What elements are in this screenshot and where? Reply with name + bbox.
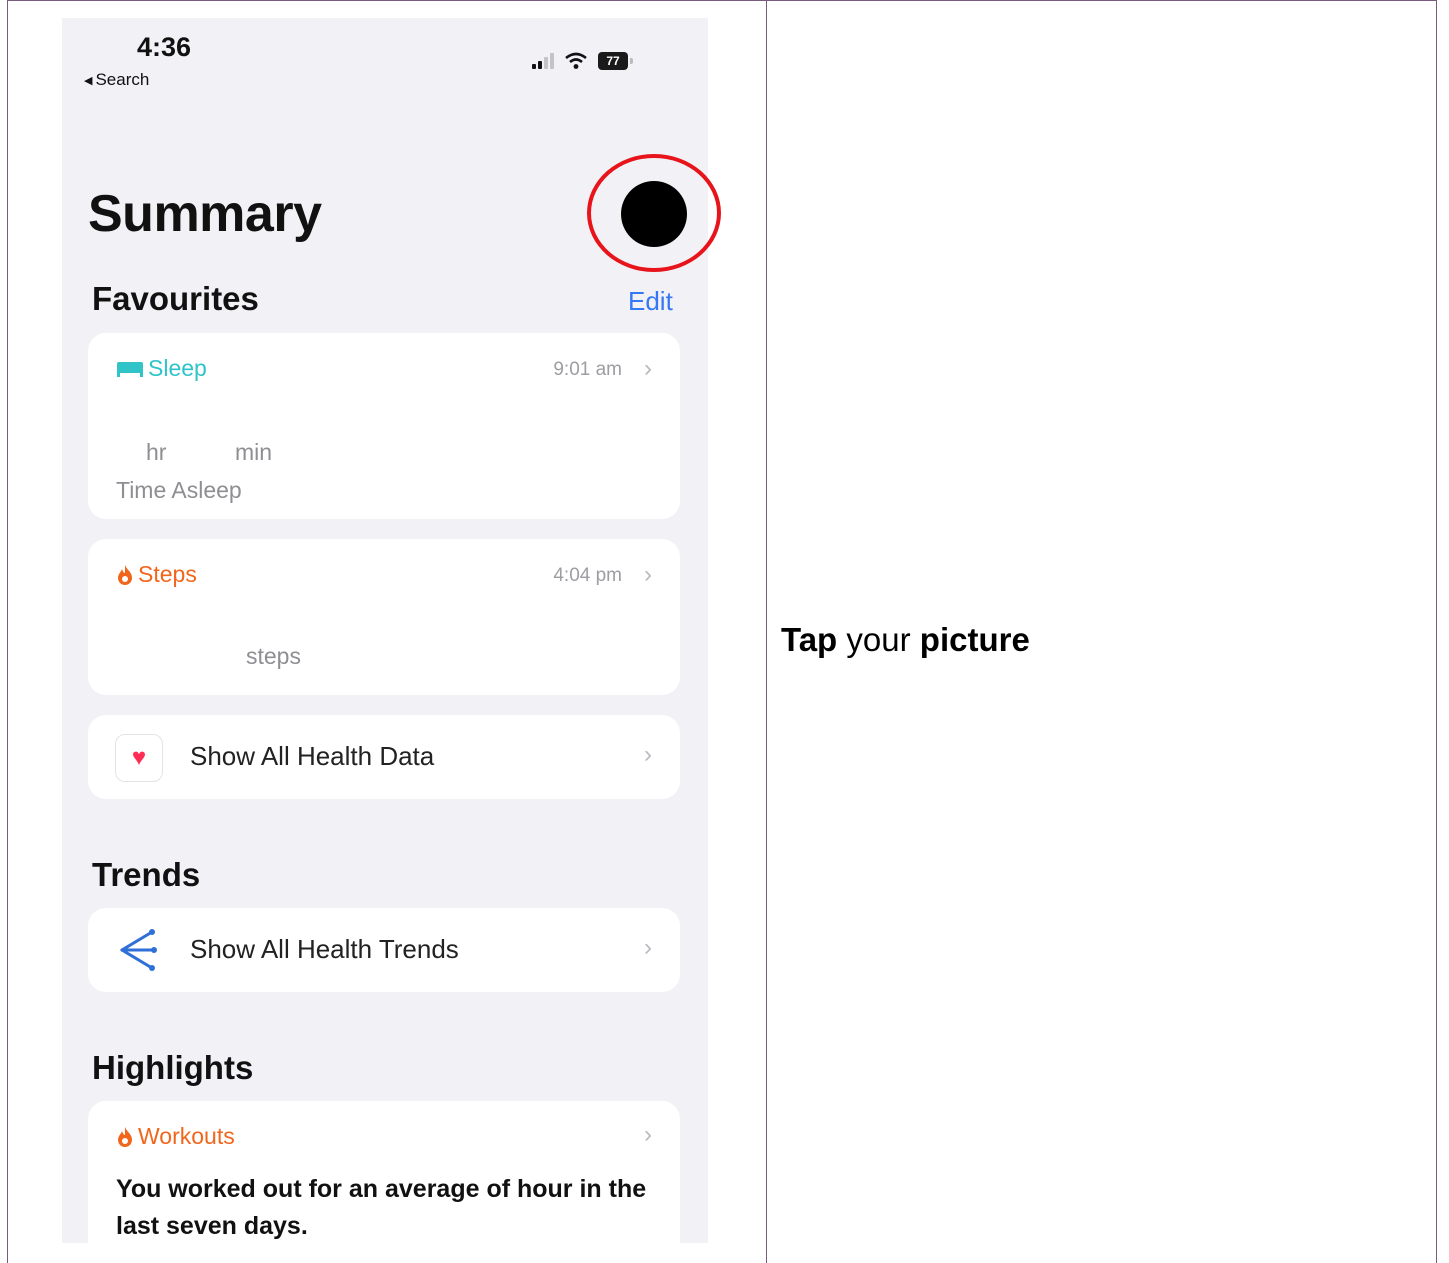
page-title: Summary: [88, 185, 322, 243]
steps-card[interactable]: Steps 4:04 pm › steps: [88, 539, 680, 695]
steps-unit: steps: [246, 643, 301, 669]
trends-heading: Trends: [92, 856, 201, 893]
chevron-right-icon: ›: [644, 355, 652, 382]
chevron-right-icon: ›: [644, 1121, 652, 1148]
sleep-label: Sleep: [148, 355, 207, 381]
steps-label: Steps: [138, 561, 197, 587]
back-triangle-icon: ◀: [84, 74, 93, 87]
sleep-card[interactable]: Sleep 9:01 am › hr min Time Asleep: [88, 333, 680, 519]
battery-icon: 77: [598, 52, 633, 70]
instruction-middle: your: [846, 621, 911, 658]
instruction-verb: Tap: [781, 621, 838, 658]
steps-time: 4:04 pm: [553, 565, 622, 586]
workouts-summary-text: You worked out for an average of hour in…: [116, 1175, 647, 1240]
flame-icon: [118, 1126, 132, 1147]
column-divider: [766, 0, 767, 1263]
highlight-ring: [587, 154, 721, 272]
chevron-right-icon: ›: [644, 741, 652, 768]
flame-icon: [118, 564, 132, 585]
sleep-hr-unit: hr: [146, 439, 167, 465]
signal-icon: [532, 53, 554, 69]
instruction-object: picture: [919, 621, 1030, 658]
bed-icon: [117, 361, 143, 377]
status-icons: 77: [532, 52, 633, 70]
sleep-time: 9:01 am: [553, 359, 622, 380]
sleep-min-unit: min: [235, 439, 273, 465]
workouts-label: Workouts: [138, 1123, 235, 1149]
trends-icon: [120, 929, 157, 971]
show-all-health-trends-label: Show All Health Trends: [190, 934, 459, 964]
heart-icon: ♥: [115, 734, 163, 782]
chevron-right-icon: ›: [644, 561, 652, 588]
sleep-card-header: Sleep: [116, 355, 207, 382]
workouts-highlight-card[interactable]: Workouts › You worked out for an average…: [88, 1101, 680, 1243]
steps-card-header: Steps: [116, 561, 197, 588]
back-to-search-link[interactable]: ◀ Search: [84, 70, 149, 90]
sleep-caption: Time Asleep: [116, 477, 242, 503]
highlights-heading: Highlights: [92, 1049, 254, 1086]
wifi-icon: [565, 52, 587, 69]
show-all-health-data-row[interactable]: ♥ Show All Health Data ›: [88, 715, 680, 799]
back-search-label: Search: [95, 70, 150, 89]
status-time: 4:36: [137, 32, 192, 62]
favourites-heading: Favourites: [92, 280, 259, 317]
instruction-text: Tap your picture: [781, 621, 1030, 659]
chevron-right-icon: ›: [644, 934, 652, 961]
edit-favourites-link[interactable]: Edit: [628, 286, 673, 317]
show-all-health-data-label: Show All Health Data: [190, 741, 435, 771]
battery-level: 77: [606, 54, 620, 68]
show-all-health-trends-row[interactable]: Show All Health Trends ›: [88, 908, 680, 992]
workouts-card-header: Workouts: [116, 1123, 235, 1150]
